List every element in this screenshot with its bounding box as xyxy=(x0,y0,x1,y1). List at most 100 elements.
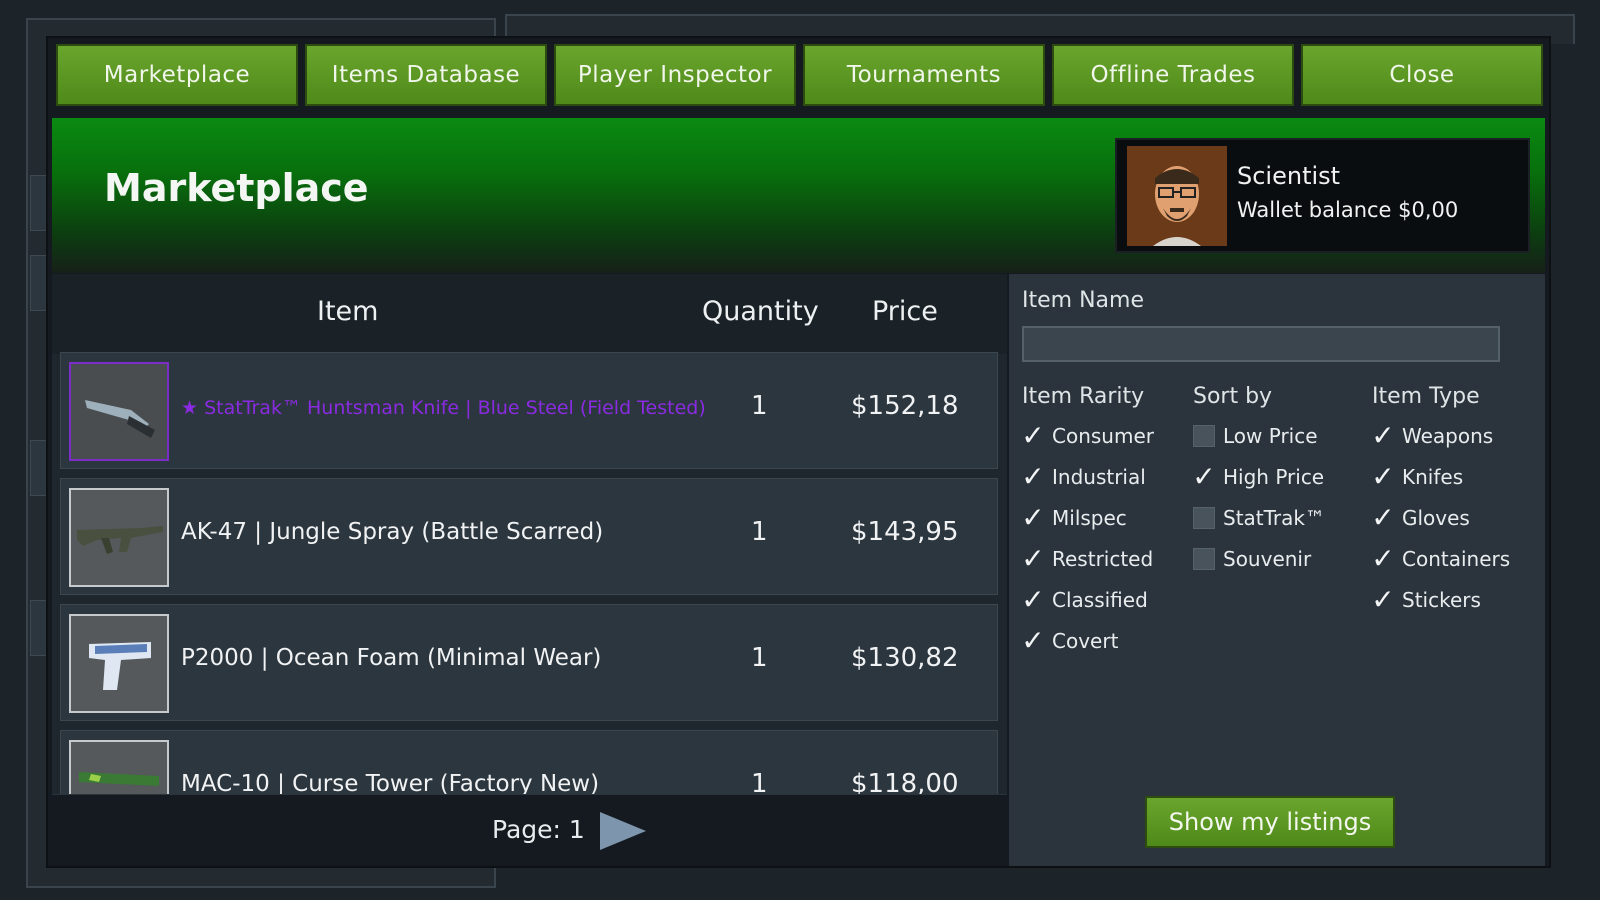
rarity-consumer-checkbox[interactable]: ✓ Consumer xyxy=(1021,419,1154,452)
checkmark-icon: ✓ xyxy=(1021,460,1045,493)
listing-row[interactable]: AK-47 | Jungle Spray (Battle Scarred) 1 … xyxy=(60,478,998,595)
page-number: Page: 1 xyxy=(492,815,585,844)
checkmark-icon: ✓ xyxy=(1192,460,1216,493)
item-quantity: 1 xyxy=(751,391,768,421)
checkmark-icon: ✓ xyxy=(1021,419,1045,452)
sort-souvenir-checkbox[interactable]: Souvenir xyxy=(1193,543,1311,575)
pistol-icon xyxy=(89,642,151,690)
item-name-label: Item Name xyxy=(1022,288,1144,313)
rarity-restricted-checkbox[interactable]: ✓ Restricted xyxy=(1021,542,1154,575)
checkmark-icon: ✓ xyxy=(1371,460,1395,493)
next-page-arrow-icon[interactable] xyxy=(600,812,646,850)
rarity-covert-checkbox[interactable]: ✓ Covert xyxy=(1021,624,1119,657)
checkbox-label: StatTrak™ xyxy=(1223,506,1325,530)
checkbox: ✓ xyxy=(1021,501,1045,534)
type-containers-checkbox[interactable]: ✓ Containers xyxy=(1371,542,1510,575)
scientist-avatar-icon xyxy=(1127,146,1227,246)
tab-marketplace[interactable]: Marketplace xyxy=(56,44,298,106)
sort-title: Sort by xyxy=(1193,384,1273,409)
rarity-industrial-checkbox[interactable]: ✓ Industrial xyxy=(1021,460,1146,493)
item-name-input[interactable] xyxy=(1022,326,1500,362)
checkbox-label: Weapons xyxy=(1402,424,1494,448)
rarity-title: Item Rarity xyxy=(1022,384,1145,409)
item-name[interactable]: ★ StatTrak™ Huntsman Knife | Blue Steel … xyxy=(181,397,706,419)
checkbox-label: Stickers xyxy=(1402,588,1481,612)
rarity-classified-checkbox[interactable]: ✓ Classified xyxy=(1021,583,1148,616)
checkmark-icon: ✓ xyxy=(1021,624,1045,657)
listing-row[interactable]: P2000 | Ocean Foam (Minimal Wear) 1 $130… xyxy=(60,604,998,721)
item-thumbnail xyxy=(69,362,169,461)
avatar xyxy=(1127,146,1227,246)
checkmark-icon: ✓ xyxy=(1021,501,1045,534)
item-price: $143,95 xyxy=(851,517,959,547)
rifle-icon xyxy=(77,526,163,554)
knife-icon xyxy=(85,400,155,438)
sort-low-price-checkbox[interactable]: Low Price xyxy=(1193,420,1318,452)
item-price: $130,82 xyxy=(851,643,959,673)
show-my-listings-button[interactable]: Show my listings xyxy=(1145,796,1395,848)
sort-stattrak-checkbox[interactable]: StatTrak™ xyxy=(1193,502,1325,534)
type-weapons-checkbox[interactable]: ✓ Weapons xyxy=(1371,419,1494,452)
checkbox-label: Classified xyxy=(1052,588,1148,612)
item-price: $118,00 xyxy=(851,769,959,794)
type-knifes-checkbox[interactable]: ✓ Knifes xyxy=(1371,460,1464,493)
wallet-balance: Wallet balance $0,00 xyxy=(1237,198,1459,222)
checkbox: ✓ xyxy=(1021,583,1045,616)
checkbox-label: Industrial xyxy=(1052,465,1146,489)
checkbox: ✓ xyxy=(1192,460,1216,493)
listing-row[interactable]: ★ StatTrak™ Huntsman Knife | Blue Steel … xyxy=(60,352,998,469)
item-quantity: 1 xyxy=(751,769,768,794)
checkmark-icon: ✓ xyxy=(1371,583,1395,616)
item-name[interactable]: MAC-10 | Curse Tower (Factory New) xyxy=(181,771,599,794)
column-header-item: Item xyxy=(317,296,379,327)
checkmark-icon: ✓ xyxy=(1371,542,1395,575)
checkbox-label: Covert xyxy=(1052,629,1119,653)
item-quantity: 1 xyxy=(751,643,768,673)
checkbox: ✓ xyxy=(1371,419,1395,452)
checkbox-label: Milspec xyxy=(1052,506,1127,530)
item-thumbnail xyxy=(69,614,169,713)
item-thumbnail xyxy=(69,740,169,794)
checkmark-icon: ✓ xyxy=(1371,501,1395,534)
tab-offline-trades[interactable]: Offline Trades xyxy=(1052,44,1294,106)
type-title: Item Type xyxy=(1372,384,1480,409)
listing-row[interactable]: MAC-10 | Curse Tower (Factory New) 1 $11… xyxy=(60,730,998,794)
header-banner: Marketplace Scientist Wallet balance $0,… xyxy=(52,118,1545,273)
listings-header: Item Quantity Price xyxy=(52,274,1007,354)
item-name[interactable]: AK-47 | Jungle Spray (Battle Scarred) xyxy=(181,519,603,545)
nav-tabs: Marketplace Items Database Player Inspec… xyxy=(56,44,1543,106)
item-price: $152,18 xyxy=(851,391,959,421)
tab-player-inspector[interactable]: Player Inspector xyxy=(554,44,796,106)
checkbox-label: High Price xyxy=(1223,465,1325,489)
checkbox: ✓ xyxy=(1371,542,1395,575)
rarity-milspec-checkbox[interactable]: ✓ Milspec xyxy=(1021,501,1127,534)
checkbox: ✓ xyxy=(1371,460,1395,493)
checkbox: ✓ xyxy=(1021,624,1045,657)
column-header-price: Price xyxy=(872,296,938,327)
checkmark-icon: ✓ xyxy=(1021,583,1045,616)
marketplace-window: Marketplace Items Database Player Inspec… xyxy=(46,36,1551,868)
tab-tournaments[interactable]: Tournaments xyxy=(803,44,1045,106)
checkbox-label: Restricted xyxy=(1052,547,1154,571)
page-title: Marketplace xyxy=(104,166,369,210)
listings-panel: Item Quantity Price ★ StatTrak™ Huntsman… xyxy=(52,274,1007,794)
smg-icon xyxy=(79,772,159,786)
column-header-quantity: Quantity xyxy=(702,296,819,327)
type-stickers-checkbox[interactable]: ✓ Stickers xyxy=(1371,583,1481,616)
checkmark-icon: ✓ xyxy=(1371,419,1395,452)
close-button[interactable]: Close xyxy=(1301,44,1543,106)
checkbox-label: Knifes xyxy=(1402,465,1464,489)
checkbox xyxy=(1193,425,1215,447)
type-gloves-checkbox[interactable]: ✓ Gloves xyxy=(1371,501,1470,534)
item-thumbnail xyxy=(69,488,169,587)
item-quantity: 1 xyxy=(751,517,768,547)
checkbox: ✓ xyxy=(1021,542,1045,575)
checkbox-label: Gloves xyxy=(1402,506,1470,530)
tab-items-database[interactable]: Items Database xyxy=(305,44,547,106)
checkmark-icon: ✓ xyxy=(1021,542,1045,575)
checkbox: ✓ xyxy=(1021,460,1045,493)
sort-high-price-checkbox[interactable]: ✓ High Price xyxy=(1192,460,1325,493)
checkbox xyxy=(1193,507,1215,529)
checkbox-label: Consumer xyxy=(1052,424,1154,448)
item-name[interactable]: P2000 | Ocean Foam (Minimal Wear) xyxy=(181,645,601,671)
